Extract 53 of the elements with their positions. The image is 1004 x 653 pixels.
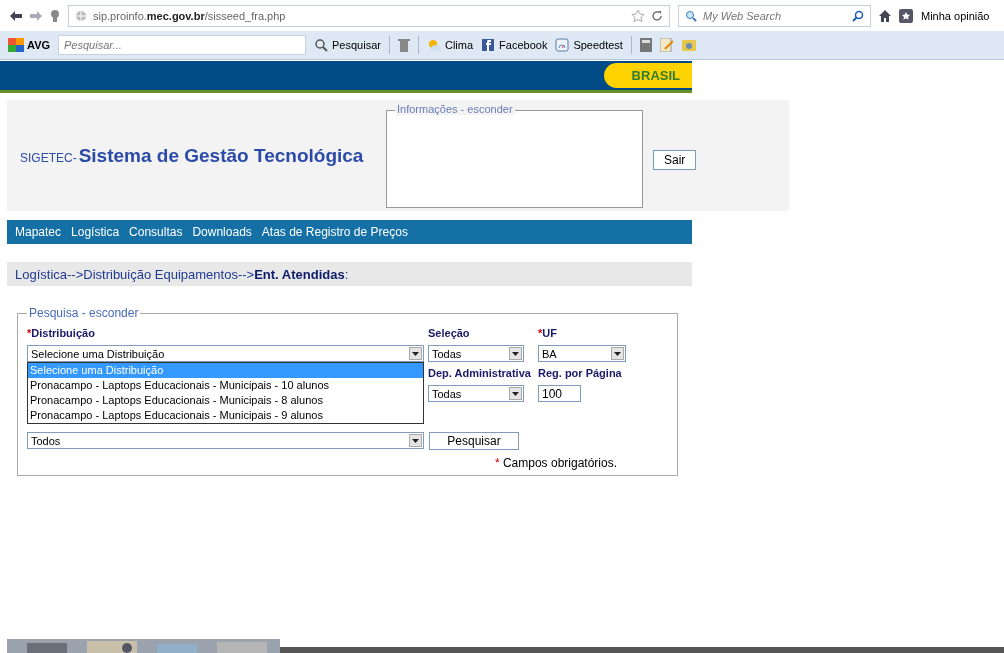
site-title: SIGETEC-Sistema de Gestão Tecnológica xyxy=(20,144,365,167)
search-icon[interactable] xyxy=(685,9,697,22)
dropdown-option[interactable]: Pronacampo - Laptops Educacionais - Municipais - 9 alunos xyxy=(28,408,423,423)
dependency-select[interactable]: Todas xyxy=(428,385,524,402)
search-button[interactable]: Pesquisar xyxy=(429,432,519,450)
toolbar-search-field[interactable]: Pesquisar... xyxy=(58,35,307,55)
toolbar-button[interactable]: Facebook xyxy=(481,38,548,52)
forward-icon[interactable] xyxy=(30,10,42,21)
globe-icon xyxy=(75,9,87,22)
menu-item[interactable]: Downloads xyxy=(192,225,252,239)
toolbar-button[interactable]: Clima xyxy=(426,38,474,52)
weather-icon xyxy=(426,38,441,52)
search-legend[interactable]: Pesquisa - esconder xyxy=(27,306,141,320)
trash-icon[interactable] xyxy=(397,38,410,52)
menu-item[interactable]: Logística xyxy=(71,225,120,239)
field-label: Dep. Administrativa xyxy=(428,366,532,381)
per-page-field[interactable]: 100 xyxy=(538,385,581,402)
distribution-select[interactable]: Selecione uma Distribuição xyxy=(27,345,424,362)
search-icon xyxy=(314,38,329,52)
gauge-icon xyxy=(555,38,570,52)
logout-button[interactable]: Sair xyxy=(653,149,697,170)
star-icon[interactable] xyxy=(631,9,645,22)
web-search-box[interactable]: My Web Search xyxy=(678,4,871,27)
required-note: * Campos obrigatórios. xyxy=(493,456,617,470)
folder-icon[interactable] xyxy=(681,38,696,52)
filter-select[interactable]: Todos xyxy=(27,432,424,449)
search-icon[interactable] xyxy=(852,9,864,22)
address-bar[interactable]: sip.proinfo.mec.gov.br/sisseed_fra.php xyxy=(68,4,670,27)
feedback-link[interactable]: Minha opinião xyxy=(921,9,990,22)
field-label: *Distribuição xyxy=(27,326,96,341)
toolbar-button[interactable]: Speedtest xyxy=(555,38,623,52)
menu-item[interactable]: Consultas xyxy=(129,225,183,239)
breadcrumb: Logística-->Distribuição Equipamentos-->Ent. Atendidas: xyxy=(7,262,692,286)
toolbar-button[interactable]: Pesquisar xyxy=(314,38,381,52)
menu-item[interactable]: Mapatec xyxy=(15,225,62,239)
avg-menu[interactable]: AVG xyxy=(8,38,51,52)
notepad-icon[interactable] xyxy=(659,38,674,52)
reload-icon[interactable] xyxy=(651,9,663,22)
field-label: *UF xyxy=(538,326,558,341)
menu-item[interactable]: Atas de Registro de Preços xyxy=(261,225,408,239)
calculator-icon[interactable] xyxy=(639,38,652,52)
field-label: Reg. por Página xyxy=(538,366,623,381)
bookmark-icon[interactable] xyxy=(899,8,913,23)
state-select[interactable]: BA xyxy=(538,345,626,362)
dropdown-option[interactable]: Pronacampo - Laptops Educacionais - Municipais - 10 alunos xyxy=(28,378,423,393)
info-legend[interactable]: Informações - esconder xyxy=(395,103,515,115)
back-icon[interactable] xyxy=(10,10,22,21)
field-label: Seleção xyxy=(428,326,471,341)
home-icon[interactable] xyxy=(879,9,891,22)
facebook-icon xyxy=(481,38,496,52)
dropdown-option[interactable]: Pronacampo - Laptops Educacionais - Municipais - 8 alunos xyxy=(28,393,423,408)
brasil-logo: BRASIL xyxy=(603,63,692,88)
selection-select[interactable]: Todas xyxy=(428,345,524,362)
